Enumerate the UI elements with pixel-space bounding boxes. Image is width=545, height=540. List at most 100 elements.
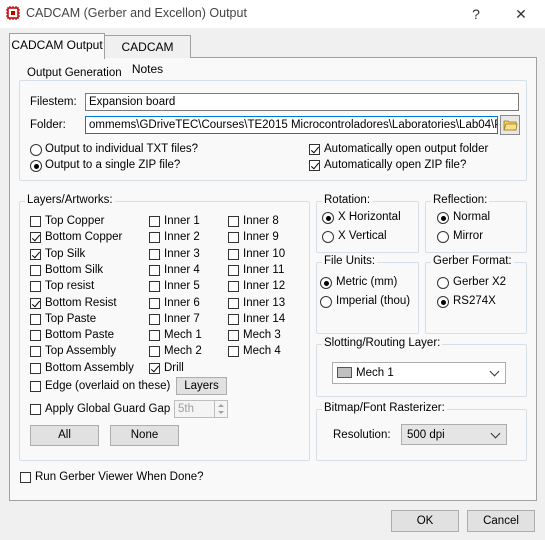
layer-checkbox-col3-1[interactable] [228, 232, 239, 244]
layer-checkbox-col1-8[interactable] [30, 346, 41, 358]
layer-label: Top Copper [45, 215, 105, 227]
layer-checkbox-col1-1[interactable] [30, 232, 41, 244]
run-gerber-viewer-checkbox[interactable] [20, 472, 31, 483]
slotting-layer-dropdown[interactable]: Mech 1 [332, 362, 506, 384]
layer-label: Top Paste [45, 312, 97, 325]
cancel-button[interactable]: Cancel [467, 510, 535, 532]
radio-txt-files[interactable] [30, 144, 42, 156]
rs274x-radio[interactable] [437, 296, 449, 308]
layer-checkbox-col1-2[interactable] [30, 248, 41, 260]
close-button[interactable]: ✕ [511, 4, 531, 24]
folder-icon [503, 120, 518, 131]
folder-label: Folder: [30, 119, 66, 131]
layer-label: Inner 11 [243, 263, 285, 276]
layer-label: Inner 1 [164, 215, 200, 227]
layer-checkbox-col2-7[interactable] [149, 330, 160, 342]
rotation-x-horizontal-radio[interactable] [322, 212, 334, 224]
rotation-label: Rotation: [322, 194, 373, 206]
app-icon [6, 6, 20, 20]
layer-label: Mech 1 [164, 329, 202, 342]
layer-checkbox-col3-4[interactable] [228, 281, 239, 293]
units-metric-radio[interactable] [320, 277, 332, 289]
layer-label: Inner 10 [243, 247, 286, 260]
layer-label: Inner 8 [243, 215, 279, 227]
units-metric-label: Metric (mm) [336, 276, 398, 288]
run-gerber-viewer-label: Run Gerber Viewer When Done? [35, 471, 204, 483]
layer-label: Inner 14 [243, 312, 286, 325]
layer-checkbox-col1-9[interactable] [30, 362, 41, 374]
layer-checkbox-col3-5[interactable] [228, 297, 239, 309]
tab-cadcam-notes[interactable]: CADCAM Notes [104, 35, 191, 76]
auto-open-folder-checkbox[interactable] [309, 144, 320, 155]
reflection-normal-radio[interactable] [437, 212, 449, 224]
layer-label: Inner 13 [243, 296, 286, 309]
auto-open-folder-label: Automatically open output folder [324, 143, 489, 155]
filestem-input[interactable]: Expansion board [85, 93, 519, 111]
layer-checkbox-col1-0[interactable] [30, 216, 41, 227]
tab-cadcam-output[interactable]: CADCAM Output [9, 33, 105, 59]
layer-checkbox-col3-0[interactable] [228, 216, 239, 227]
guard-gap-spinner[interactable] [214, 400, 228, 418]
layer-checkbox-col1-3[interactable] [30, 264, 41, 276]
edge-checkbox[interactable] [30, 381, 41, 392]
layer-checkbox-col1-6[interactable] [30, 313, 41, 325]
layer-checkbox-col3-3[interactable] [228, 264, 239, 276]
layer-checkbox-col2-0[interactable] [149, 216, 160, 227]
output-generation-label: Output Generation [25, 67, 124, 79]
layer-checkbox-col2-6[interactable] [149, 313, 160, 325]
layers-button[interactable]: Layers [176, 377, 227, 395]
help-button[interactable]: ? [466, 4, 486, 24]
layer-checkbox-col2-5[interactable] [149, 297, 160, 309]
window-title: CADCAM (Gerber and Excellon) Output [26, 6, 247, 20]
layer-label: Inner 6 [164, 296, 200, 309]
reflection-mirror-label: Mirror [453, 230, 484, 242]
rotation-x-vertical-radio[interactable] [322, 231, 334, 243]
layer-label: Bottom Paste [45, 329, 115, 342]
layer-label: Bottom Copper [45, 231, 123, 244]
browse-folder-button[interactable] [500, 115, 520, 135]
layer-checkbox-col2-4[interactable] [149, 281, 160, 293]
layer-label: Bottom Resist [45, 296, 117, 309]
radio-zip-file-label: Output to a single ZIP file? [45, 159, 181, 171]
auto-open-zip-label: Automatically open ZIP file? [324, 159, 467, 171]
gerber-x2-radio[interactable] [437, 277, 449, 289]
layer-label: Inner 5 [164, 280, 200, 293]
layer-checkbox-col3-6[interactable] [228, 313, 239, 325]
radio-zip-file[interactable] [30, 160, 42, 172]
guard-gap-input[interactable]: 5th [174, 400, 215, 418]
rotation-x-horizontal-label: X Horizontal [338, 211, 401, 223]
none-button[interactable]: None [110, 425, 179, 446]
radio-txt-files-label: Output to individual TXT files? [45, 143, 198, 155]
layer-checkbox-col3-2[interactable] [228, 248, 239, 260]
layer-checkbox-col2-3[interactable] [149, 264, 160, 276]
layer-label: Inner 2 [164, 231, 200, 244]
layer-checkbox-col2-8[interactable] [149, 346, 160, 358]
rotation-x-vertical-label: X Vertical [338, 230, 387, 242]
units-imperial-radio[interactable] [320, 296, 332, 308]
folder-input[interactable]: ommems\GDriveTEC\Courses\TE2015 Microcon… [85, 116, 498, 134]
layers-label: Layers/Artworks: [25, 194, 115, 206]
layer-checkbox-col3-8[interactable] [228, 346, 239, 358]
layer-checkbox-col2-1[interactable] [149, 232, 160, 244]
layer-checkbox-col2-2[interactable] [149, 248, 160, 260]
layer-checkbox-col1-4[interactable] [30, 281, 41, 293]
reflection-mirror-radio[interactable] [437, 231, 449, 243]
layer-label: Inner 12 [243, 280, 286, 293]
layer-checkbox-col1-7[interactable] [30, 330, 41, 342]
all-button[interactable]: All [30, 425, 99, 446]
chevron-down-icon [489, 366, 500, 377]
ok-button[interactable]: OK [391, 510, 459, 532]
slotting-layer-value: Mech 1 [356, 367, 394, 379]
guard-gap-checkbox[interactable] [30, 404, 41, 415]
layer-label: Inner 4 [164, 263, 200, 276]
layer-label: Mech 3 [243, 329, 281, 342]
layer-checkbox-col1-5[interactable] [30, 297, 41, 309]
layer-label: Inner 9 [243, 231, 279, 244]
layer-label: Mech 2 [164, 345, 202, 358]
units-imperial-label: Imperial (thou) [336, 295, 411, 307]
layer-checkbox-col2-9[interactable] [149, 362, 160, 374]
auto-open-zip-checkbox[interactable] [309, 160, 320, 171]
resolution-label: Resolution: [333, 429, 391, 441]
resolution-dropdown[interactable]: 500 dpi [401, 424, 507, 445]
layer-checkbox-col3-7[interactable] [228, 330, 239, 342]
